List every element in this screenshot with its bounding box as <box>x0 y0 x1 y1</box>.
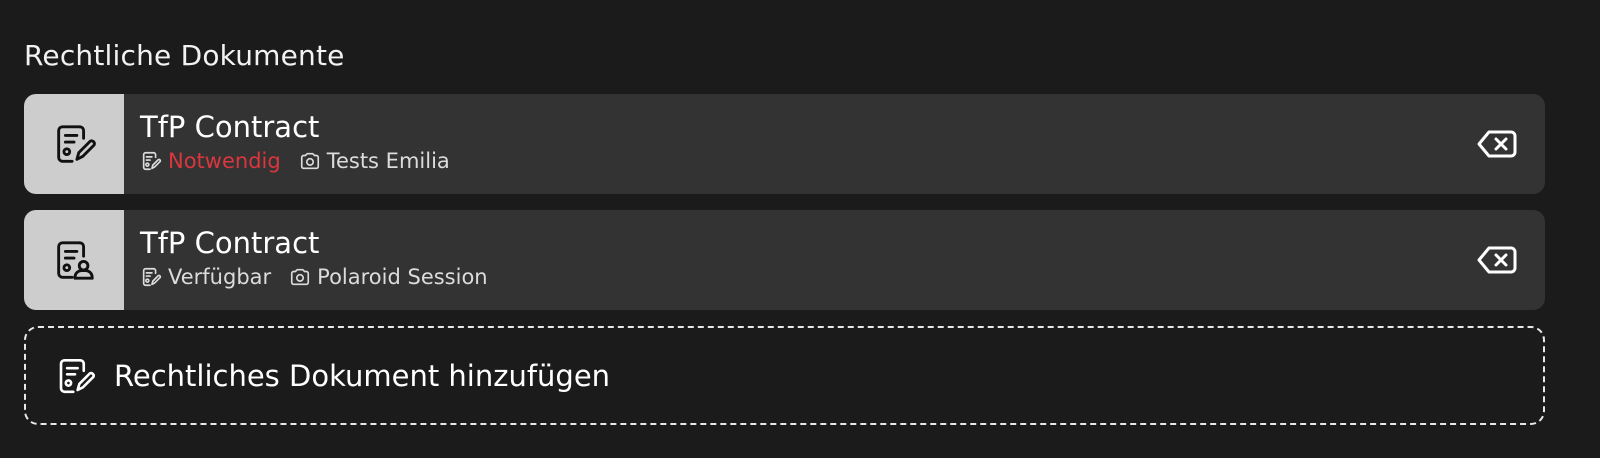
document-thumbnail <box>24 94 124 194</box>
document-session: Polaroid Session <box>317 265 488 289</box>
document-meta: Notwendig Tests Emilia <box>140 147 1449 175</box>
document-info: TfP Contract Notwendig Tests Emilia <box>124 94 1449 194</box>
legal-documents-section: Rechtliche Dokumente TfP Contract Notwen… <box>0 0 1600 458</box>
document-person-icon <box>57 241 94 280</box>
remove-document-button[interactable] <box>1449 210 1545 310</box>
section-title: Rechtliche Dokumente <box>24 39 345 72</box>
document-title: TfP Contract <box>140 226 320 260</box>
remove-document-button[interactable] <box>1449 94 1545 194</box>
contract-status-icon <box>140 150 162 172</box>
document-thumbnail <box>24 210 124 310</box>
add-legal-document-button[interactable]: Rechtliches Dokument hinzufügen <box>24 326 1545 425</box>
document-card[interactable]: TfP Contract Verfügbar Polaroid Session <box>24 210 1545 310</box>
document-meta: Verfügbar Polaroid Session <box>140 263 1449 291</box>
document-info: TfP Contract Verfügbar Polaroid Session <box>124 210 1449 310</box>
document-sign-icon <box>57 125 96 163</box>
document-title: TfP Contract <box>140 110 320 144</box>
contract-status-icon <box>140 266 162 288</box>
document-status: Verfügbar <box>168 265 272 289</box>
backspace-delete-icon <box>1477 130 1517 158</box>
add-document-label: Rechtliches Dokument hinzufügen <box>114 358 611 393</box>
camera-icon <box>289 266 311 288</box>
document-sign-icon <box>59 358 95 393</box>
document-session: Tests Emilia <box>326 149 450 173</box>
document-status: Notwendig <box>168 149 281 173</box>
backspace-delete-icon <box>1477 246 1517 274</box>
camera-icon <box>299 150 321 172</box>
document-card[interactable]: TfP Contract Notwendig Tests Emilia <box>24 94 1545 194</box>
